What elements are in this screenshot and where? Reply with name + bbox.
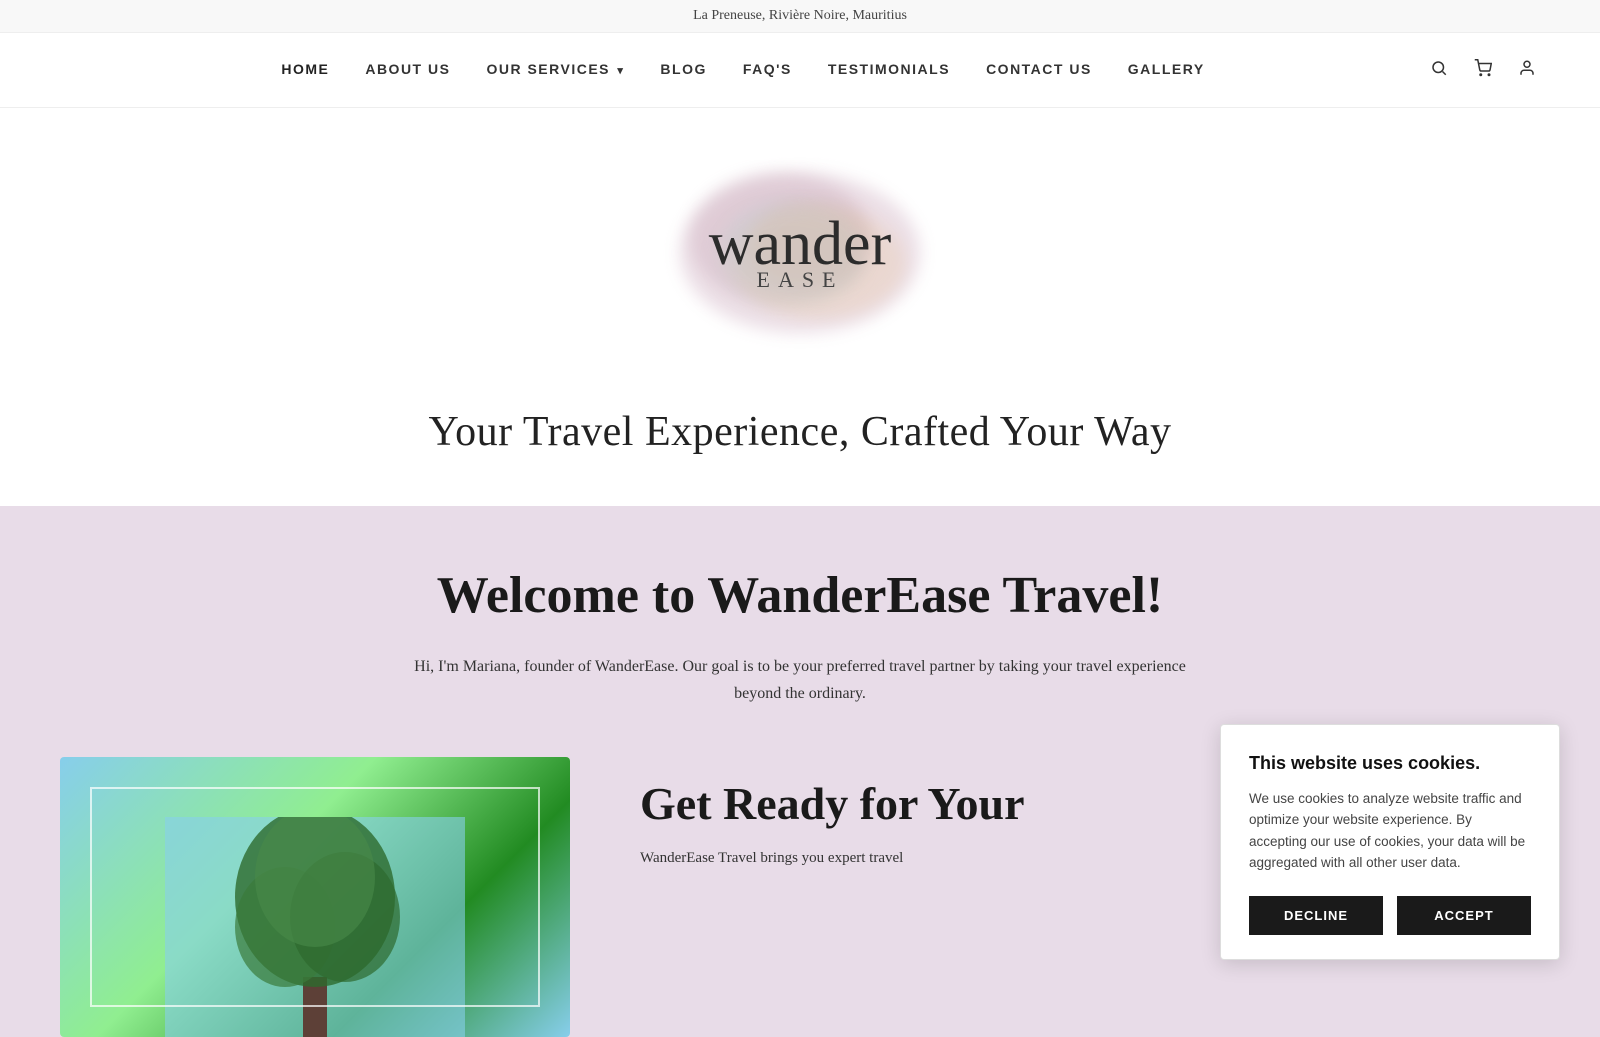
decline-button[interactable]: DECLINE	[1249, 896, 1383, 935]
main-nav: HOME ABOUT US OUR SERVICES ▾ BLOG FAQ'S …	[0, 33, 1600, 108]
search-button[interactable]	[1426, 55, 1452, 86]
search-icon	[1430, 59, 1448, 77]
nav-item-services[interactable]: OUR SERVICES ▾	[486, 61, 624, 79]
nav-item-testimonials[interactable]: TESTIMONIALS	[828, 61, 950, 79]
nav-item-blog[interactable]: BLOG	[660, 61, 706, 79]
cookie-title: This website uses cookies.	[1249, 753, 1531, 774]
nav-link-testimonials[interactable]: TESTIMONIALS	[828, 61, 950, 77]
nav-link-about[interactable]: ABOUT US	[365, 61, 450, 77]
logo-text: wander EASE	[709, 213, 891, 293]
welcome-description: Hi, I'm Mariana, founder of WanderEase. …	[400, 653, 1200, 707]
tagline-section: Your Travel Experience, Crafted Your Way	[0, 378, 1600, 506]
nav-link-blog[interactable]: BLOG	[660, 61, 706, 77]
cookie-banner: This website uses cookies. We use cookie…	[1220, 724, 1560, 960]
nav-item-about[interactable]: ABOUT US	[365, 61, 450, 79]
nav-link-home[interactable]: HOME	[281, 61, 329, 77]
accept-button[interactable]: ACCEPT	[1397, 896, 1531, 935]
nav-item-gallery[interactable]: GALLERY	[1128, 61, 1205, 79]
dropdown-arrow-icon: ▾	[617, 65, 624, 77]
logo-wander-text: wander	[709, 213, 891, 275]
nav-icons	[1426, 55, 1540, 86]
page-tagline: Your Travel Experience, Crafted Your Way	[0, 408, 1600, 456]
nav-link-gallery[interactable]: GALLERY	[1128, 61, 1205, 77]
address-text: La Preneuse, Rivière Noire, Mauritius	[693, 8, 907, 23]
user-icon	[1518, 59, 1536, 77]
nav-item-contact[interactable]: CONTACT US	[986, 61, 1092, 79]
nav-links: HOME ABOUT US OUR SERVICES ▾ BLOG FAQ'S …	[60, 61, 1426, 79]
welcome-title: Welcome to WanderEase Travel!	[60, 566, 1540, 625]
cart-button[interactable]	[1470, 55, 1496, 86]
hero-logo-section: wander EASE	[0, 108, 1600, 378]
cookie-text: We use cookies to analyze website traffi…	[1249, 788, 1531, 874]
tree-image	[165, 817, 465, 1037]
cart-icon	[1474, 59, 1492, 77]
nav-link-faqs[interactable]: FAQ'S	[743, 61, 792, 77]
nav-link-services[interactable]: OUR SERVICES ▾	[486, 61, 624, 77]
nav-link-contact[interactable]: CONTACT US	[986, 61, 1092, 77]
welcome-image	[60, 757, 570, 1037]
nav-item-faqs[interactable]: FAQ'S	[743, 61, 792, 79]
logo-container: wander EASE	[650, 148, 950, 358]
user-button[interactable]	[1514, 55, 1540, 86]
nav-item-home[interactable]: HOME	[281, 61, 329, 79]
cookie-buttons: DECLINE ACCEPT	[1249, 896, 1531, 935]
top-bar: La Preneuse, Rivière Noire, Mauritius	[0, 0, 1600, 33]
welcome-image-area	[60, 757, 580, 1037]
